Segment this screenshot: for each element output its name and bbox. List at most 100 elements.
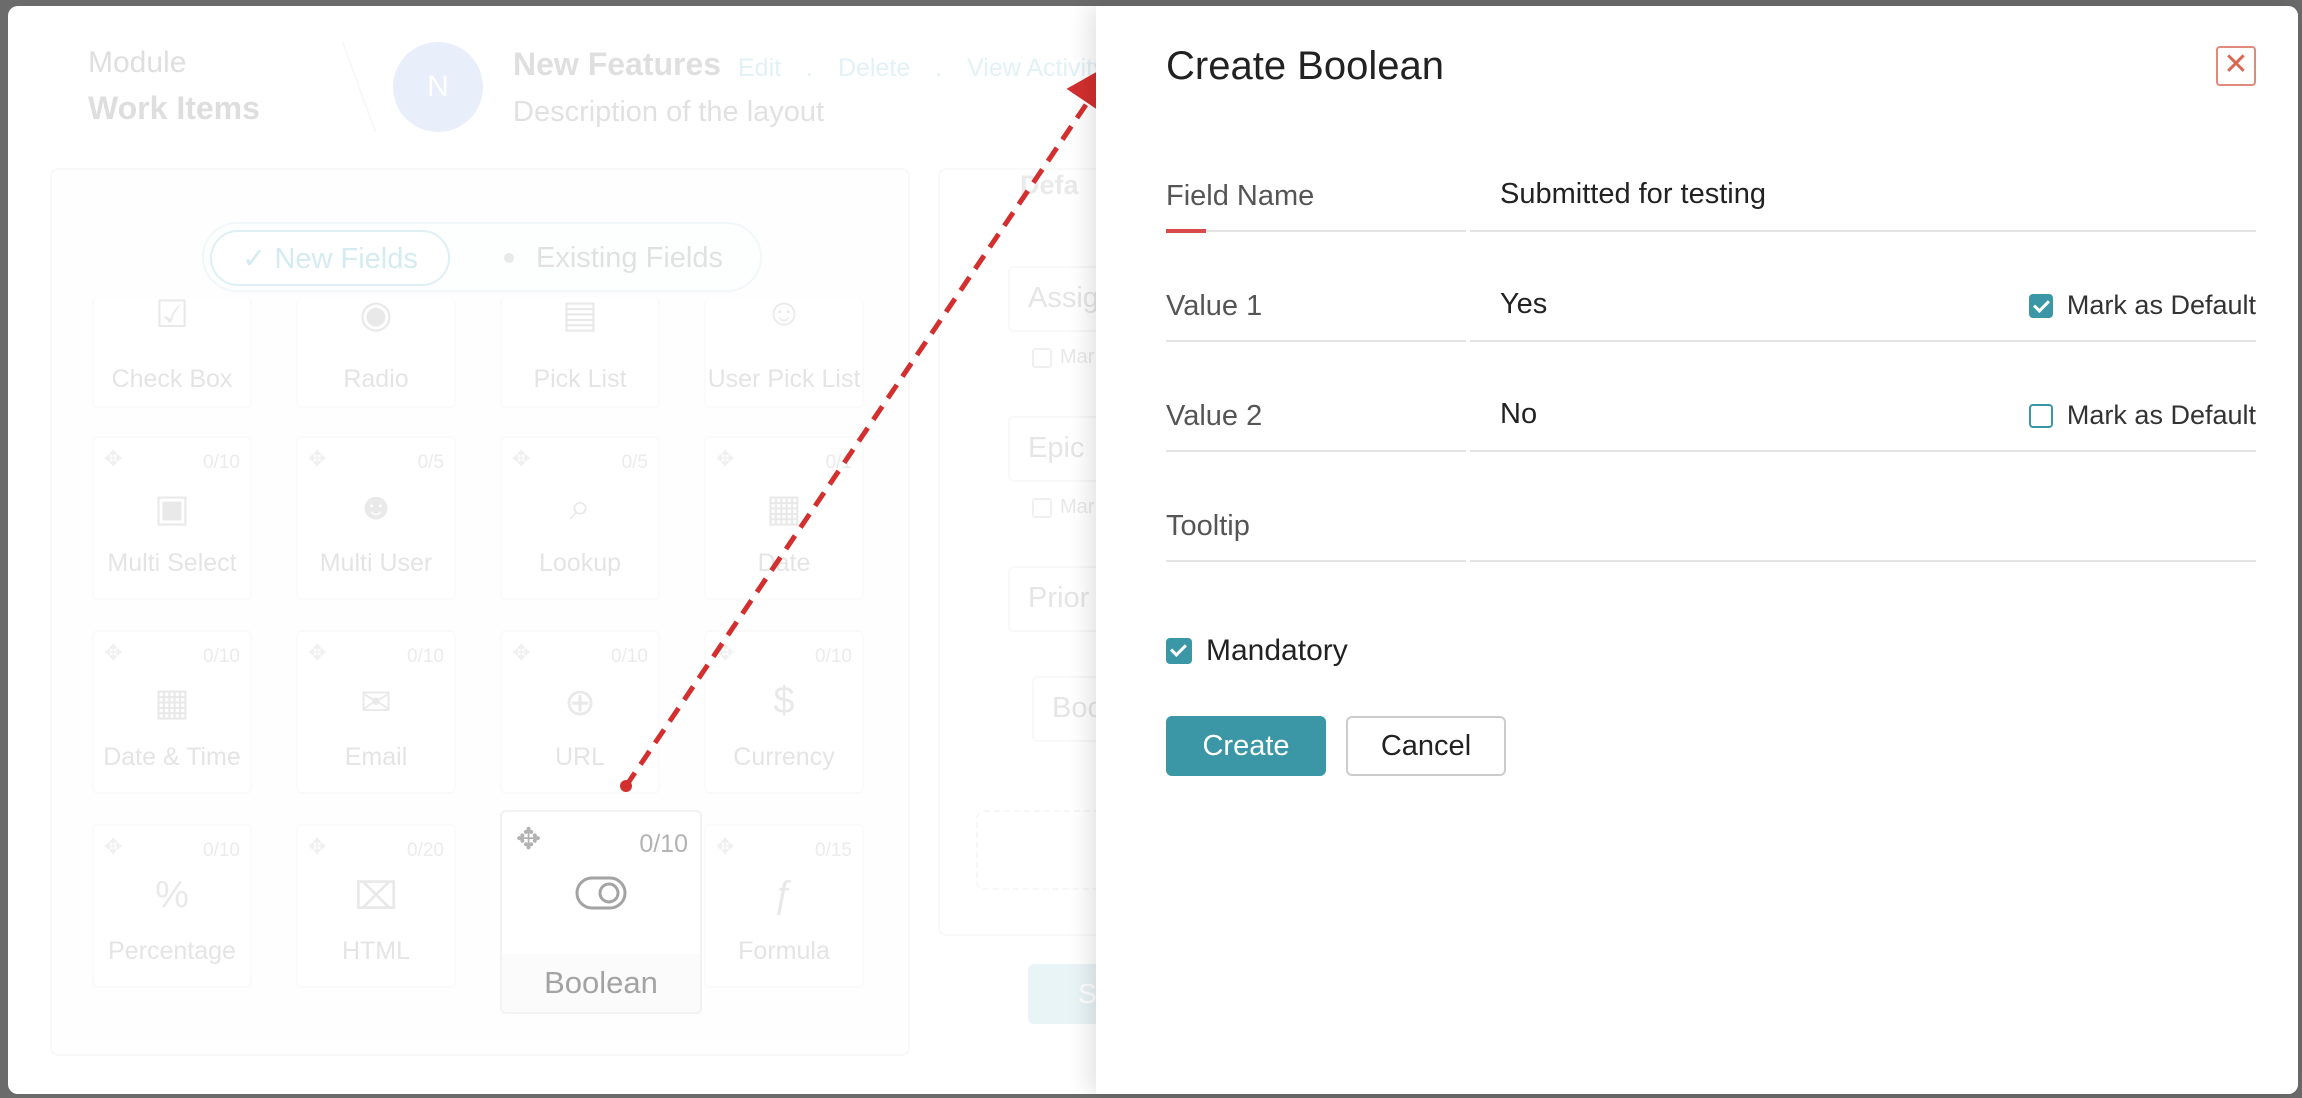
field-palette-panel: ✓ New Fields Existing Fields ☑ Check Box… (50, 168, 910, 1056)
checkbox-checked-icon[interactable] (2028, 293, 2053, 318)
field-name-label: Field Name (1166, 180, 1315, 212)
field-tile-label: Check Box (111, 365, 233, 393)
field-tile-percentage[interactable]: ✥ 0/10 % Percentage (92, 824, 252, 988)
value-1-mark-default[interactable]: Mark as Default (2028, 290, 2256, 321)
field-tile-url[interactable]: ✥ 0/10 ⊕ URL (500, 630, 660, 794)
create-boolean-dialog: Create Boolean ✕ Field Name Value 1 Mark… (1096, 6, 2298, 1094)
divider (1166, 450, 1466, 452)
move-icon: ✥ (308, 640, 327, 665)
checkbox-checked-icon[interactable] (1166, 638, 1192, 664)
field-tile-label: Date & Time (103, 743, 241, 771)
move-icon: ✥ (104, 834, 123, 859)
move-icon: ✥ (308, 834, 327, 859)
layout-avatar: N (393, 42, 483, 132)
field-tile-label: HTML (341, 937, 411, 965)
layout-title: New Features (513, 46, 722, 82)
field-tile-formula[interactable]: ✥ 0/15 ƒ Formula (704, 824, 864, 988)
move-icon: ✥ (308, 446, 327, 471)
action-separator: . (935, 54, 943, 82)
preview-section-tab[interactable]: Defa (1020, 170, 1079, 201)
url-icon: ⊕ (564, 682, 596, 724)
field-tile-label: Radio (343, 365, 409, 393)
field-limit-count: 0/10 (203, 646, 240, 667)
tab-existing-fields[interactable]: Existing Fields (504, 230, 723, 286)
cancel-button[interactable]: Cancel (1346, 716, 1506, 776)
edit-layout-link[interactable]: Edit (738, 54, 781, 82)
field-tile-label: URL (554, 743, 605, 771)
field-tile-boolean[interactable]: ✥ 0/10 Boolean (500, 810, 702, 1014)
tab-new-fields[interactable]: ✓ New Fields (210, 230, 450, 286)
move-icon: ✥ (104, 446, 123, 471)
move-icon: ✥ (716, 834, 735, 859)
field-tile-label: Multi User (319, 549, 433, 577)
divider (1166, 340, 1466, 342)
value-2-input[interactable] (1500, 390, 1980, 438)
field-limit-count: 0/1 (825, 452, 852, 473)
field-tile-check-box[interactable]: ☑ Check Box (92, 294, 252, 408)
action-separator: . (806, 54, 813, 82)
field-limit-count: 0/10 (815, 646, 852, 667)
field-tile-user-pick-list[interactable]: ☺ User Pick List (704, 292, 864, 408)
divider (1470, 560, 2256, 562)
field-tile-radio[interactable]: ◉ Radio (296, 294, 456, 408)
move-icon: ✥ (716, 640, 735, 665)
module-name[interactable]: Work Items (88, 90, 260, 127)
field-tile-pick-list[interactable]: ▤ Pick List (500, 294, 660, 408)
tab-existing-fields-label: Existing Fields (536, 241, 723, 274)
create-button[interactable]: Create (1166, 716, 1326, 776)
divider (1470, 340, 2256, 342)
value-1-input[interactable] (1500, 280, 1980, 328)
pick-list-icon: ▤ (562, 294, 598, 336)
move-icon: ✥ (104, 640, 123, 665)
field-limit-count: 0/10 (611, 646, 648, 667)
field-tile-lookup[interactable]: ✥ 0/5 ⌕ Lookup (500, 436, 660, 600)
field-tile-date-time[interactable]: ✥ 0/10 ▦ Date & Time (92, 630, 252, 794)
layout-description: Description of the layout (513, 96, 825, 128)
checkbox-unchecked-icon[interactable] (2028, 403, 2053, 428)
preview-mark-checkbox[interactable]: Mar (1032, 496, 1094, 519)
close-icon[interactable]: ✕ (2216, 46, 2256, 86)
tooltip-input[interactable] (1500, 500, 1980, 548)
field-tile-label: User Pick List (707, 365, 861, 393)
mandatory-checkbox[interactable]: Mandatory (1166, 634, 1348, 668)
field-tile-label: Lookup (538, 549, 622, 577)
field-tile-label: Pick List (533, 365, 627, 393)
delete-layout-link[interactable]: Delete (838, 54, 910, 82)
boolean-toggle-icon (502, 876, 700, 920)
field-limit-count: 0/15 (815, 840, 852, 861)
field-tile-multi-select[interactable]: ✥ 0/10 ▣ Multi Select (92, 436, 252, 600)
tooltip-label: Tooltip (1166, 510, 1250, 542)
field-tile-label: Email (344, 743, 408, 771)
field-limit-count: 0/10 (639, 830, 688, 858)
field-source-toggle: ✓ New Fields Existing Fields (202, 222, 762, 292)
tooltip-row: Tooltip (1166, 486, 2256, 562)
field-limit-count: 0/10 (203, 452, 240, 473)
move-icon: ✥ (512, 640, 531, 665)
field-limit-count: 0/5 (621, 452, 648, 473)
move-icon[interactable]: ✥ (516, 822, 541, 857)
email-icon: ✉ (360, 682, 392, 724)
field-tile-currency[interactable]: ✥ 0/10 $ Currency (704, 630, 864, 794)
field-tile-email[interactable]: ✥ 0/10 ✉ Email (296, 630, 456, 794)
field-tile-label: Percentage (108, 937, 236, 965)
value-2-label: Value 2 (1166, 400, 1263, 432)
field-tile-label: Boolean (502, 954, 700, 1012)
preview-mark-checkbox[interactable]: Mar (1032, 346, 1094, 369)
field-name-input[interactable] (1500, 170, 1980, 218)
divider (1166, 230, 1466, 232)
lookup-icon: ⌕ (569, 486, 591, 528)
module-breadcrumb: Module Work Items (88, 46, 260, 127)
field-tile-label: Formula (738, 937, 830, 965)
field-tile-multi-user[interactable]: ✥ 0/5 ☻ Multi User (296, 436, 456, 600)
view-activity-link[interactable]: View Activity (967, 54, 1105, 82)
field-tile-date[interactable]: ✥ 0/1 ▦ Date (704, 436, 864, 600)
multi-select-icon: ▣ (154, 488, 190, 530)
value-2-mark-default[interactable]: Mark as Default (2028, 400, 2256, 431)
move-icon: ✥ (716, 446, 735, 471)
field-tile-label: Date (757, 549, 811, 577)
checkbox-icon: ☑ (154, 294, 190, 336)
field-tile-html[interactable]: ✥ 0/20 ⌧ HTML (296, 824, 456, 988)
mandatory-label: Mandatory (1206, 634, 1348, 667)
field-tile-label: Multi Select (107, 549, 237, 577)
field-limit-count: 0/5 (417, 452, 444, 473)
